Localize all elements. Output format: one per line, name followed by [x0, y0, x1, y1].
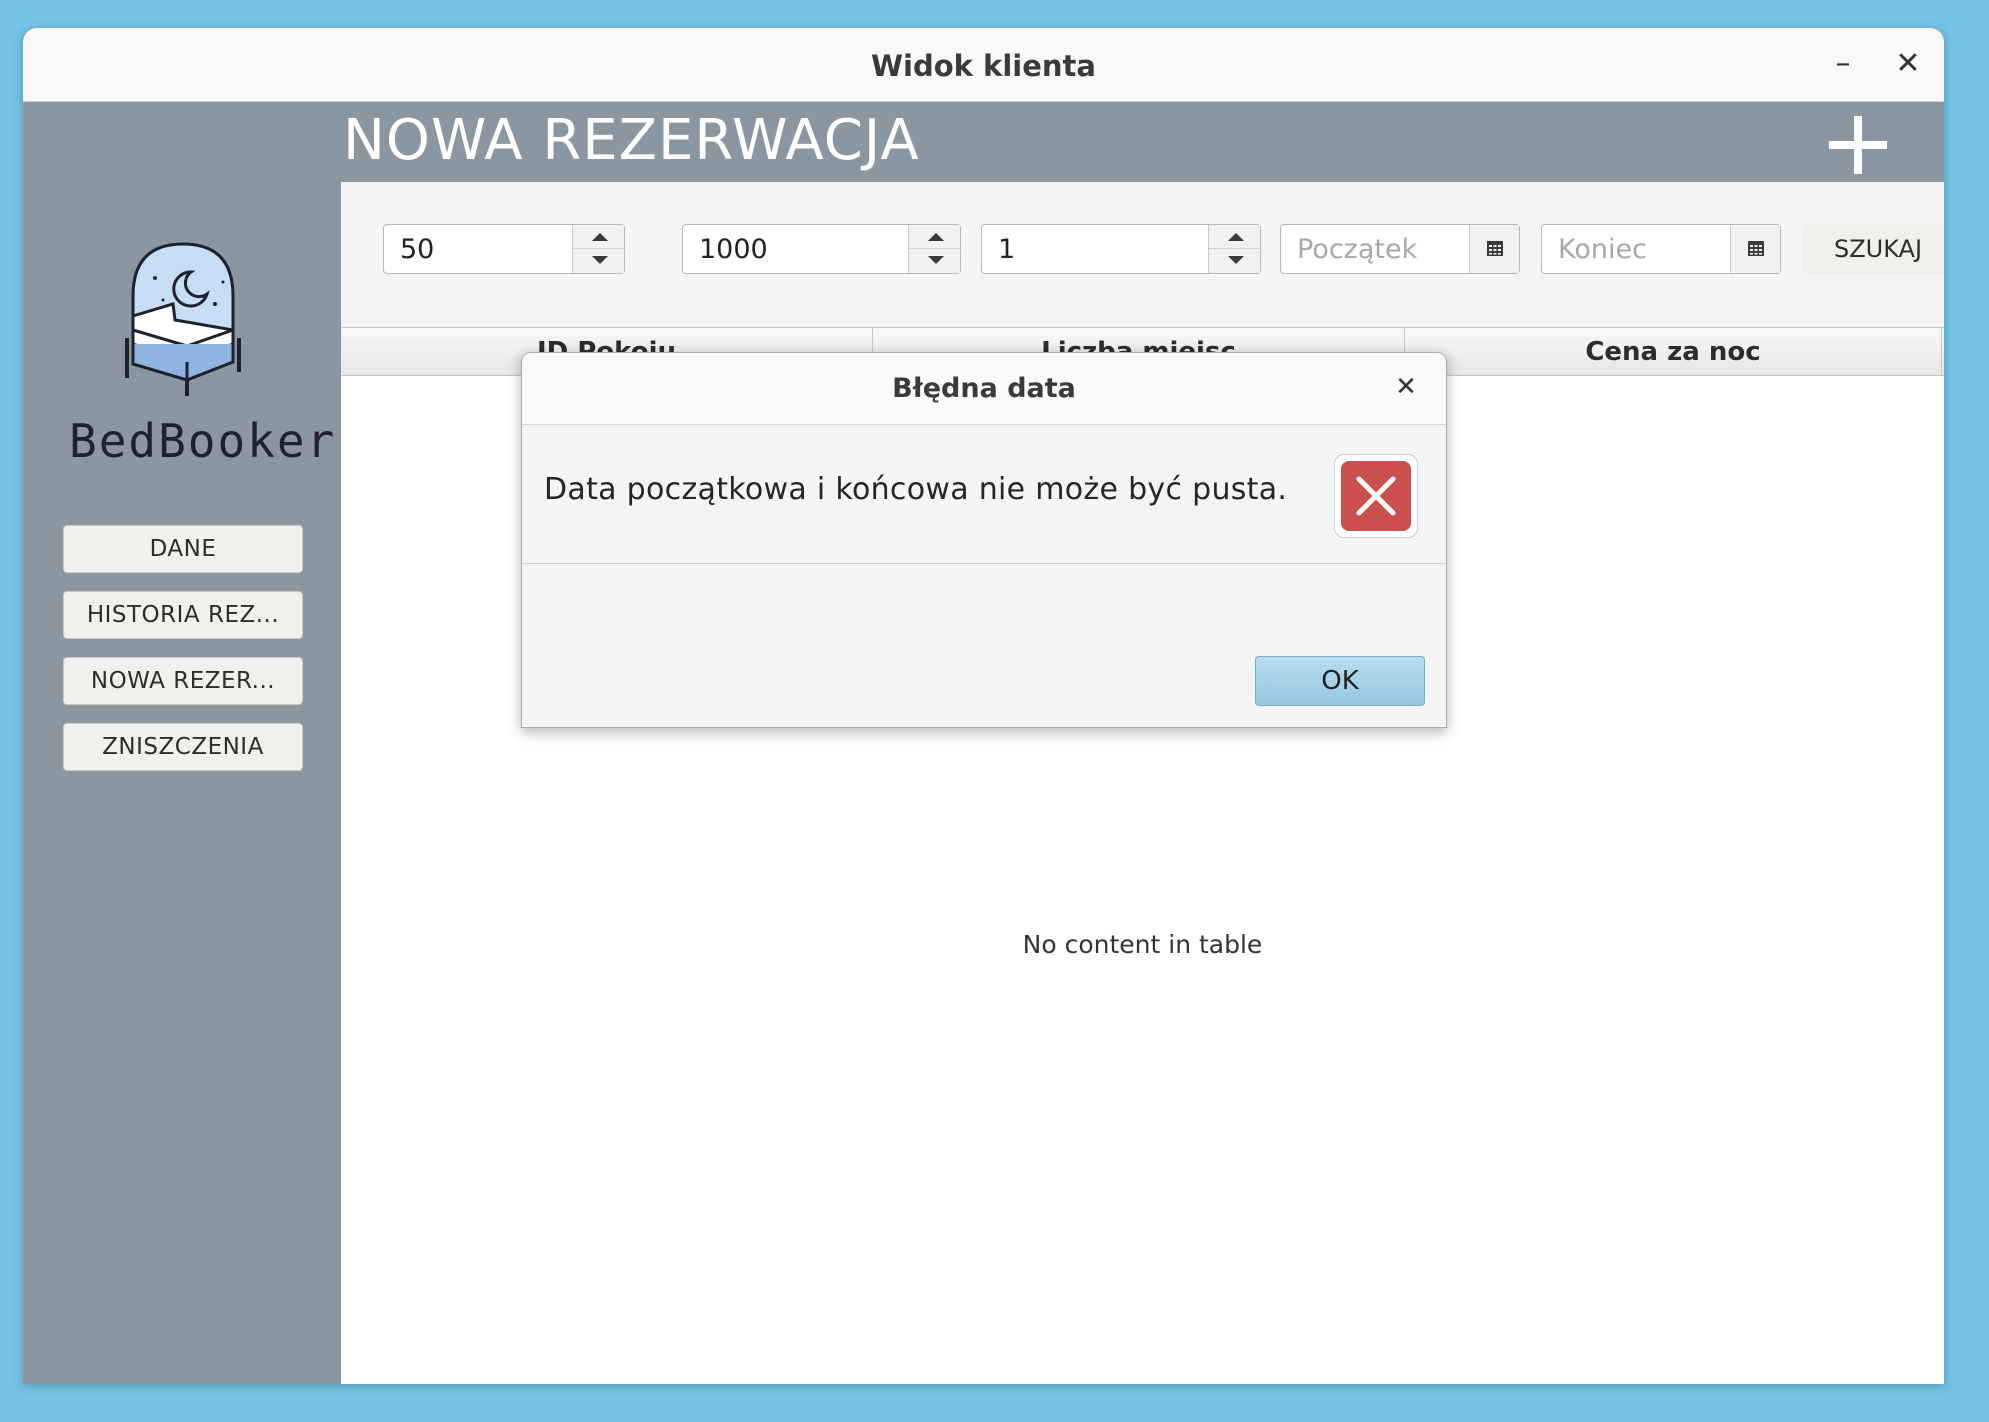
calendar-icon: [1487, 241, 1503, 256]
decrement-button[interactable]: [1209, 249, 1261, 273]
logo-text: BedBooker: [69, 414, 337, 468]
spinner-max-price[interactable]: 1000: [682, 224, 961, 274]
sidebar-item-dane[interactable]: DANE: [63, 525, 303, 573]
start-date-picker[interactable]: [1280, 224, 1520, 274]
end-date-input[interactable]: [1543, 226, 1729, 272]
search-button[interactable]: SZUKAJ: [1803, 224, 1944, 274]
x-mark-icon: [1356, 476, 1396, 516]
bed-logo-icon: [125, 242, 241, 396]
window-title: Widok klienta: [871, 49, 1096, 83]
calendar-button[interactable]: [1469, 225, 1519, 273]
sidebar-item-zniszczenia[interactable]: ZNISZCZENIA: [63, 723, 303, 771]
column-header-price[interactable]: Cena za noc: [1405, 328, 1942, 376]
dialog-close-icon[interactable]: ✕: [1386, 367, 1426, 407]
close-icon[interactable]: ✕: [1886, 42, 1930, 86]
start-date-input[interactable]: [1282, 226, 1468, 272]
increment-button[interactable]: [573, 225, 625, 249]
dialog-title-bar: Błędna data ✕: [522, 353, 1446, 425]
arrow-up-icon: [592, 233, 608, 241]
arrow-down-icon: [928, 256, 944, 264]
sidebar-item-historia[interactable]: HISTORIA REZ...: [63, 591, 303, 639]
decrement-button[interactable]: [909, 249, 961, 273]
ok-button[interactable]: OK: [1255, 656, 1425, 706]
spinner-arrows: [908, 225, 961, 273]
increment-button[interactable]: [909, 225, 961, 249]
error-icon: [1334, 454, 1418, 538]
calendar-icon: [1748, 241, 1764, 256]
decrement-button[interactable]: [573, 249, 625, 273]
dialog-title: Błędna data: [892, 373, 1076, 404]
spinner-min-price[interactable]: 50: [383, 224, 625, 274]
sidebar: BedBooker DANE HISTORIA REZ... NOWA REZE…: [23, 102, 341, 1384]
spinner-value[interactable]: 50: [400, 234, 434, 265]
increment-button[interactable]: [1209, 225, 1261, 249]
dialog-message: Data początkowa i końcowa nie może być p…: [544, 472, 1288, 507]
calendar-button[interactable]: [1730, 225, 1780, 273]
arrow-up-icon: [1228, 233, 1244, 241]
spinner-value[interactable]: 1: [998, 234, 1015, 265]
spinner-value[interactable]: 1000: [699, 234, 768, 265]
sidebar-item-nowa-rezerwacja[interactable]: NOWA REZER...: [63, 657, 303, 705]
dialog-body: Data początkowa i końcowa nie może być p…: [522, 426, 1446, 564]
title-bar: Widok klienta – ✕: [23, 28, 1944, 102]
empty-table-message: No content in table: [1022, 930, 1263, 959]
spinner-arrows: [572, 225, 625, 273]
minimize-icon[interactable]: –: [1821, 42, 1865, 86]
page-title: NOWA REZERWACJA: [343, 108, 920, 173]
error-dialog: Błędna data ✕ Data początkowa i końcowa …: [521, 352, 1447, 728]
spinner-seats[interactable]: 1: [981, 224, 1261, 274]
plus-icon[interactable]: [1823, 110, 1893, 180]
spinner-arrows: [1208, 225, 1261, 273]
error-icon-badge: [1341, 461, 1411, 531]
arrow-up-icon: [928, 233, 944, 241]
end-date-picker[interactable]: [1541, 224, 1781, 274]
arrow-down-icon: [592, 256, 608, 264]
arrow-down-icon: [1228, 256, 1244, 264]
